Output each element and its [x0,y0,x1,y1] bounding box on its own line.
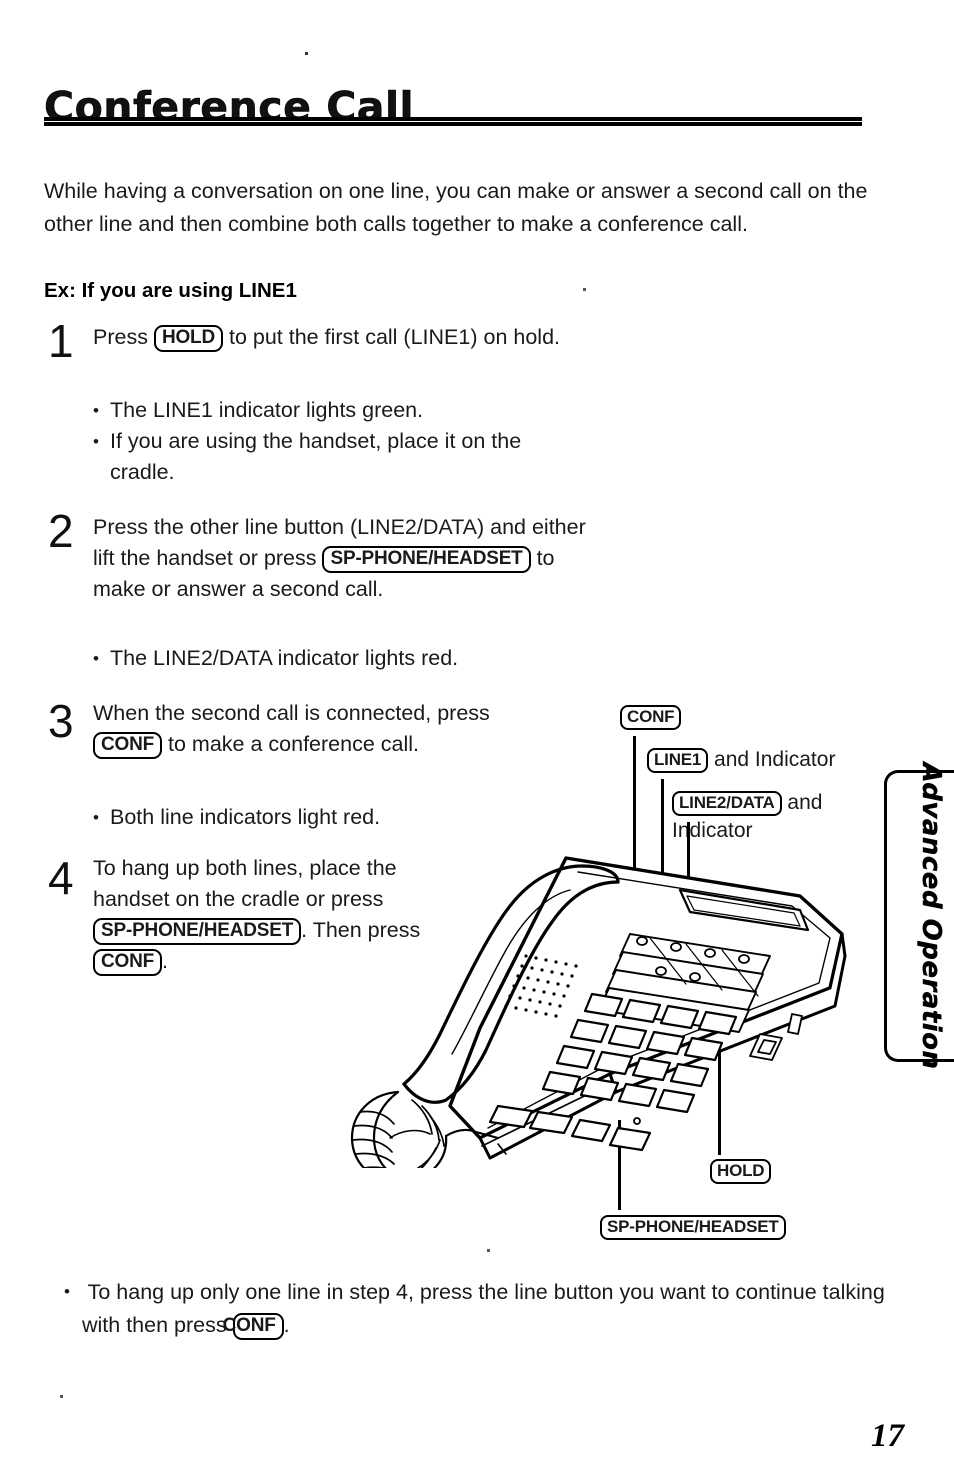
step-4-number: 4 [48,852,74,904]
key-line2-data[interactable]: LINE2/DATA [672,791,782,816]
step-3-text: When the second call is connected, press… [93,698,513,760]
step-1-text-after: to put the first call (LINE1) on hold. [228,325,560,349]
scan-speck [583,288,586,291]
manual-page: Conference Call While having a conversat… [0,0,954,1479]
callout-sp-phone-headset: SP-PHONE/HEADSET [600,1213,786,1241]
sp-phone-headset-key [608,1126,652,1152]
callout-line1: LINE1 and Indicator [647,746,835,774]
key-conf[interactable]: CONF [223,1313,284,1340]
two-line-desk-telephone-illustration [350,856,847,1168]
callout-line2-data: LINE2/DATA and Indicator [672,789,882,845]
scan-speck [305,52,308,55]
step-3-number: 3 [48,695,74,747]
section-tab-label: Advanced Operation [915,762,946,1070]
step-1-number: 1 [48,315,74,367]
step-3-text-before: When the second call is connected, press [93,701,490,725]
step-2-text: Press the other line button (LINE2/DATA)… [93,512,603,605]
key-sp-phone-headset[interactable]: SP-PHONE/HEADSET [600,1215,786,1240]
key-conf[interactable]: CONF [93,949,163,976]
callout-conf: CONF [620,703,682,731]
step-2-number: 2 [48,505,74,557]
step-3-bullets: Both line indicators light red. [93,802,513,833]
example-heading: Ex: If you are using LINE1 [44,279,297,302]
key-sp-phone-headset[interactable]: SP-PHONE/HEADSET [93,918,302,945]
step-3-text-after: to make a conference call. [168,732,419,756]
sp-phone-led [633,1117,641,1125]
key-hold[interactable]: HOLD [153,325,223,352]
page-number: 17 [871,1418,904,1454]
list-item: The LINE1 indicator lights green. [93,395,563,426]
list-item: If you are using the handset, place it o… [93,426,563,488]
section-tab-advanced-operation: Advanced Operation [884,762,954,1070]
key-sp-phone-headset[interactable]: SP-PHONE/HEADSET [322,546,531,573]
step-2-bullets: The LINE2/DATA indicator lights red. [93,643,593,674]
bottom-note: To hang up only one line in step 4, pres… [64,1275,892,1342]
list-item: The LINE2/DATA indicator lights red. [93,643,593,674]
bottom-note-text-after: . [283,1313,290,1337]
step-1-bullets: The LINE1 indicator lights green. If you… [93,395,563,488]
intro-paragraph: While having a conversation on one line,… [44,178,868,236]
scan-speck [60,1395,63,1398]
key-conf[interactable]: CONF [93,732,163,759]
key-line1[interactable]: LINE1 [647,748,709,773]
step-4-text-end: . [162,949,169,973]
step-1-text-before: Press [93,325,148,349]
callout-line1-suffix: and Indicator [708,748,836,771]
callout-line2-suffix: and [781,791,823,814]
step-4-text-after: . [301,918,308,942]
bottom-note-text-before: To hang up only one line in step 4, pres… [82,1280,885,1337]
title-divider [44,117,862,126]
key-conf[interactable]: CONF [620,705,682,730]
step-1-text: Press HOLD to put the first call (LINE1)… [93,322,593,353]
list-item: Both line indicators light red. [93,802,513,833]
scan-speck [487,1249,490,1252]
